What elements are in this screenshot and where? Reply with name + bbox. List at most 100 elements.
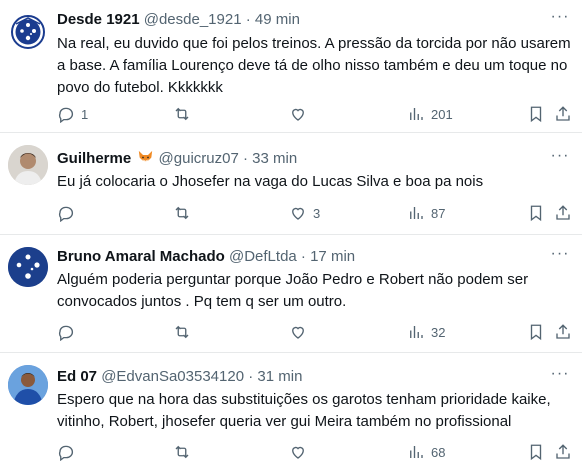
retweet-button[interactable] (173, 442, 197, 462)
views-button[interactable]: 87 (407, 203, 445, 223)
like-icon (292, 446, 304, 459)
tweet-text: Eu já colocaria o Jhosefer na vaga do Lu… (57, 173, 484, 190)
share-button[interactable] (554, 203, 572, 223)
timestamp[interactable]: 33 min (252, 150, 297, 167)
bookmark-button[interactable] (527, 203, 545, 223)
cruzeiro-stars-icon (8, 247, 48, 287)
author-handle[interactable]: @guicruz07 (159, 150, 239, 167)
retweet-icon (175, 107, 189, 121)
tweet-text: Espero que na hora das substituições os … (57, 391, 551, 430)
tweet-text: Alguém poderia perguntar porque João Ped… (57, 271, 529, 310)
reply-icon (59, 445, 74, 461)
reply-icon (59, 325, 74, 341)
views-icon (410, 446, 423, 458)
cruzeiro-crest-icon (11, 15, 45, 49)
user-photo-icon (8, 145, 48, 185)
avatar[interactable] (8, 247, 48, 287)
tweet-header: Guilherme @guicruz07 · 33 min (57, 149, 297, 169)
more-icon[interactable]: ··· (550, 9, 570, 30)
reply-count: 1 (81, 106, 89, 122)
author-handle[interactable]: @DefLtda (229, 248, 297, 265)
more-icon[interactable]: ··· (550, 246, 570, 267)
action-bar: 1 201 (57, 104, 572, 124)
author-name[interactable]: Ed 07 (57, 368, 97, 385)
fox-emoji-icon (139, 150, 153, 162)
retweet-icon (175, 445, 189, 459)
tweet[interactable]: Guilherme @guicruz07 · 33 min ··· Eu já … (0, 133, 582, 235)
share-button[interactable] (554, 442, 572, 462)
views-button[interactable]: 32 (407, 322, 445, 342)
views-count: 201 (431, 106, 453, 122)
reply-button[interactable] (57, 322, 81, 342)
like-icon (292, 108, 304, 121)
share-button[interactable] (554, 104, 572, 124)
like-button[interactable] (289, 322, 313, 342)
share-button[interactable] (554, 322, 572, 342)
like-icon (292, 207, 304, 220)
share-icon (556, 205, 570, 220)
tweet-header: Ed 07 @EdvanSa03534120 · 31 min (57, 367, 302, 387)
tweet[interactable]: Bruno Amaral Machado @DefLtda · 17 min ·… (0, 235, 582, 353)
author-name[interactable]: Desde 1921 (57, 11, 140, 28)
views-button[interactable]: 68 (407, 442, 445, 462)
views-icon (410, 207, 423, 219)
action-bar: 32 (57, 322, 572, 342)
like-button[interactable]: 3 (289, 203, 320, 223)
views-count: 32 (431, 324, 446, 340)
retweet-icon (175, 206, 189, 220)
views-button[interactable]: 201 (407, 104, 453, 124)
more-icon[interactable]: ··· (550, 148, 570, 169)
like-count: 3 (313, 205, 321, 221)
share-icon (556, 106, 570, 121)
like-icon (292, 326, 304, 339)
author-handle[interactable]: @desde_1921 (144, 11, 242, 28)
views-icon (410, 326, 423, 338)
separator: · (245, 11, 251, 28)
reply-button[interactable]: 1 (57, 104, 88, 124)
bookmark-button[interactable] (527, 322, 545, 342)
more-icon[interactable]: ··· (550, 366, 570, 387)
tweet-feed: Desde 1921 @desde_1921 · 49 min ··· Na r… (0, 0, 582, 473)
retweet-button[interactable] (173, 104, 197, 124)
action-bar: 68 (57, 442, 572, 462)
timestamp[interactable]: 31 min (257, 368, 302, 385)
avatar[interactable] (8, 365, 48, 405)
avatar[interactable] (8, 145, 48, 185)
author-name[interactable]: Guilherme (57, 150, 131, 167)
views-icon (410, 108, 423, 120)
avatar[interactable] (8, 12, 48, 52)
reply-icon (59, 107, 74, 123)
action-bar: 3 87 (57, 203, 572, 223)
tweet-header: Bruno Amaral Machado @DefLtda · 17 min (57, 247, 355, 267)
tweet[interactable]: Desde 1921 @desde_1921 · 49 min ··· Na r… (0, 0, 582, 133)
reply-icon (59, 206, 74, 222)
bookmark-icon (530, 205, 542, 222)
retweet-button[interactable] (173, 203, 197, 223)
bookmark-icon (530, 324, 542, 341)
views-count: 68 (431, 444, 446, 460)
author-handle[interactable]: @EdvanSa03534120 (101, 368, 244, 385)
reply-button[interactable] (57, 442, 81, 462)
bookmark-icon (530, 444, 542, 461)
tweet-text: Na real, eu duvido que foi pelos treinos… (57, 35, 571, 96)
retweet-button[interactable] (173, 322, 197, 342)
bookmark-button[interactable] (527, 442, 545, 462)
timestamp[interactable]: 17 min (310, 248, 355, 265)
tweet-header: Desde 1921 @desde_1921 · 49 min (57, 10, 300, 30)
timestamp[interactable]: 49 min (255, 11, 300, 28)
bookmark-button[interactable] (527, 104, 545, 124)
like-button[interactable] (289, 442, 313, 462)
user-photo-icon (8, 365, 48, 405)
share-icon (556, 444, 570, 459)
like-button[interactable] (289, 104, 313, 124)
separator: · (300, 248, 306, 265)
share-icon (556, 324, 570, 339)
author-name[interactable]: Bruno Amaral Machado (57, 248, 225, 265)
reply-button[interactable] (57, 203, 81, 223)
tweet[interactable]: Ed 07 @EdvanSa03534120 · 31 min ··· Espe… (0, 353, 582, 473)
retweet-icon (175, 325, 189, 339)
separator: · (242, 150, 248, 167)
separator: · (248, 368, 254, 385)
bookmark-icon (530, 106, 542, 123)
views-count: 87 (431, 205, 446, 221)
